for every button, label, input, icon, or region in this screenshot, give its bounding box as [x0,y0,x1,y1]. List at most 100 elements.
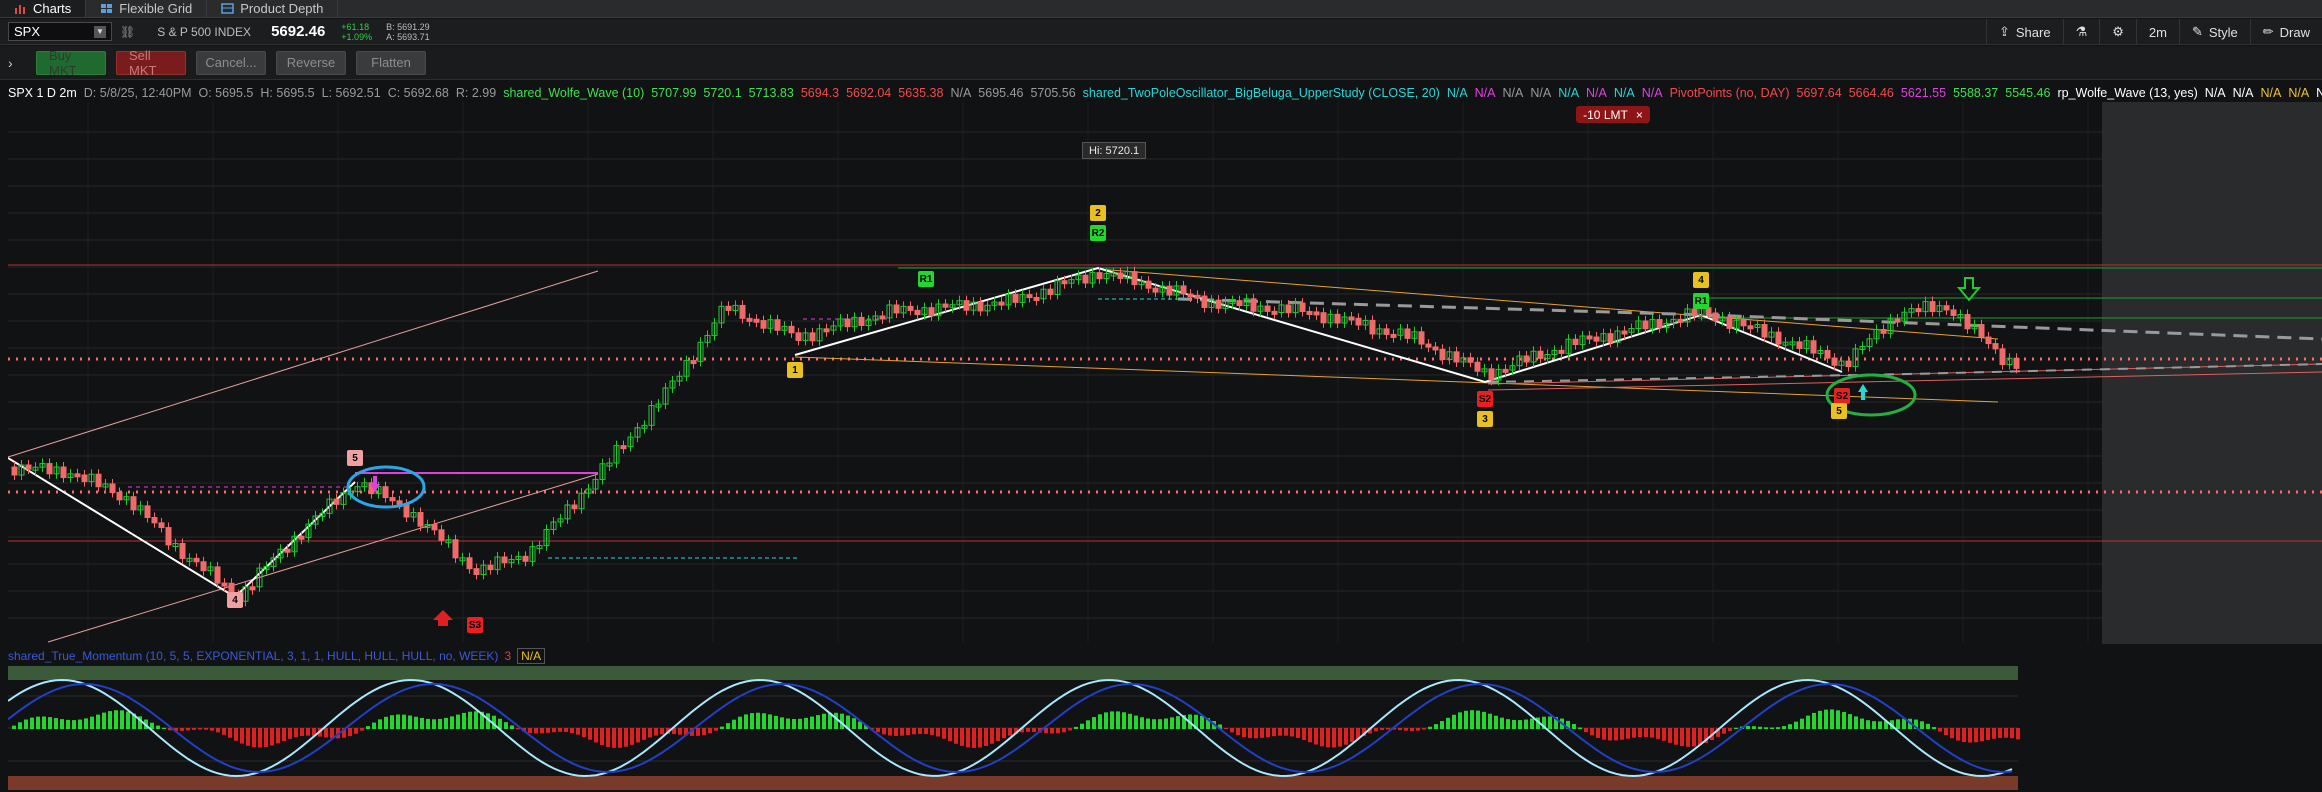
study-value[interactable]: N/A [1586,86,1607,100]
histogram-bar [1416,728,1420,731]
study-value[interactable]: 5695.46 [978,86,1023,100]
close-icon[interactable]: × [1636,108,1643,122]
histogram-bar [702,728,706,736]
tab-charts[interactable]: Charts [0,0,87,17]
histogram-bar [1974,728,1978,743]
sell-mkt-button[interactable]: Sell MKT [116,48,186,78]
histogram-bar [948,728,952,742]
study-value[interactable]: N/A [2260,86,2281,100]
style-button[interactable]: ✎ Style [2178,19,2250,45]
study-value[interactable]: N/A [1475,86,1496,100]
timeframe-button[interactable]: 2m [2135,19,2179,45]
candle [1201,295,1208,308]
study-value[interactable]: D: 5/8/25, 12:40PM [84,86,192,100]
chart-toolbar-right: ⇪ Share ⚗ ⚙ 2m ✎ Style ✏ Draw [1985,19,2322,45]
histogram-bar [1062,728,1066,733]
study-value[interactable]: 5545.46 [2005,86,2050,100]
study-value[interactable]: N/A [1614,86,1635,100]
candle [1313,311,1320,316]
candle [1467,357,1474,363]
momentum-chart-canvas[interactable] [8,666,2322,790]
study-value[interactable]: N/A [950,86,971,100]
study-value[interactable]: SPX 1 D 2m [8,86,77,100]
cancel-button[interactable]: Cancel... [196,50,266,75]
candle [431,524,438,531]
histogram-bar [108,711,112,729]
study-value[interactable]: N/A [2205,86,2226,100]
histogram-bar [1638,728,1642,738]
histogram-bar [2010,728,2014,739]
link-icon[interactable]: ⛓ [120,25,135,39]
study-value[interactable]: rp_Wolfe_Wave (13, yes) [2057,86,2197,100]
candle [1761,324,1768,338]
study-value[interactable]: 5692.04 [846,86,891,100]
study-value[interactable]: R: 2.99 [456,86,496,100]
histogram-bar [612,728,616,748]
study-value[interactable]: N/A [2233,86,2254,100]
study-value[interactable]: 5720.1 [703,86,741,100]
symbol-input[interactable]: SPX ▼ [8,22,112,41]
histogram-bar [1770,727,1774,729]
flatten-button[interactable]: Flatten [356,50,426,75]
wolfe-line [8,457,356,599]
candle [1943,305,1950,311]
chevron-down-icon[interactable]: ▼ [94,25,106,38]
study-value[interactable]: N/A [1447,86,1468,100]
histogram-bar [1644,728,1648,737]
tab-product-depth[interactable]: Product Depth [207,0,339,17]
studies-button[interactable]: ⚗ [2062,19,2100,45]
histogram-bar [678,728,682,735]
study-value[interactable]: 5588.37 [1953,86,1998,100]
candle [165,527,172,546]
chevron-right-icon[interactable]: › [8,55,26,71]
study-value[interactable]: N/A [2316,86,2322,100]
study-value[interactable]: 5713.83 [749,86,794,100]
histogram-bar [240,728,244,744]
histogram-bar [642,728,646,740]
study-value[interactable]: shared_Wolfe_Wave (10) [503,86,644,100]
study-value[interactable]: N/A [1503,86,1524,100]
study-value[interactable]: PivotPoints (no, DAY) [1670,86,1790,100]
reverse-button[interactable]: Reverse [276,50,346,75]
buy-mkt-button[interactable]: Buy MKT [36,48,106,78]
study-value[interactable]: O: 5695.5 [198,86,253,100]
candle [795,332,802,341]
study-value[interactable]: shared_TwoPoleOscillator_BigBeluga_Upper… [1083,86,1440,100]
histogram-bar [990,728,994,744]
tab-flexible-grid[interactable]: Flexible Grid [86,0,208,17]
study-value[interactable]: 5705.56 [1030,86,1075,100]
histogram-bar [726,723,730,729]
histogram-bar [786,718,790,729]
study-value[interactable]: N/A [1530,86,1551,100]
price-chart-canvas[interactable] [8,102,2322,644]
candle [914,309,921,316]
price-chart[interactable] [8,102,2322,644]
grid-icon [101,4,113,13]
histogram-bar [1578,727,1582,729]
study-value[interactable]: 5635.38 [898,86,943,100]
study-value[interactable]: 5707.99 [651,86,696,100]
share-button[interactable]: ⇪ Share [1985,19,2063,45]
working-order-tag[interactable]: -10 LMT × [1576,106,1650,123]
candle [1425,343,1432,348]
study-value[interactable]: H: 5695.5 [260,86,314,100]
candle [158,522,165,529]
settings-button[interactable]: ⚙ [2099,19,2136,45]
study-value[interactable]: L: 5692.51 [322,86,381,100]
drawings-icon: ✏ [2262,24,2274,39]
lower-study-name: shared_True_Momentum (10, 5, 5, EXPONENT… [8,649,499,663]
study-value[interactable]: 5697.64 [1797,86,1842,100]
histogram-bar [1596,728,1600,738]
candle [1026,294,1033,299]
study-value[interactable]: 5694.3 [801,86,839,100]
candle [1985,336,1992,345]
drawings-button[interactable]: ✏ Draw [2249,19,2322,45]
momentum-chart[interactable] [8,666,2322,790]
study-value[interactable]: 5621.55 [1901,86,1946,100]
study-value[interactable]: 5664.46 [1849,86,1894,100]
study-value[interactable]: C: 5692.68 [388,86,449,100]
study-value[interactable]: N/A [1642,86,1663,100]
share-label: Share [2015,24,2051,40]
study-value[interactable]: N/A [1558,86,1579,100]
study-value[interactable]: N/A [2288,86,2309,100]
